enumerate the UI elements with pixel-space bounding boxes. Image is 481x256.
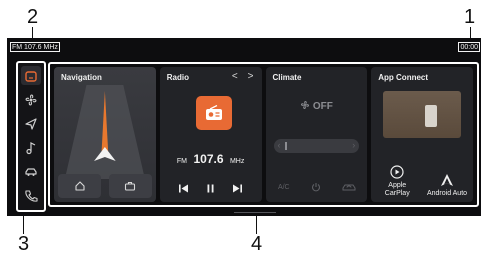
radio-controls	[160, 183, 262, 194]
sidebar-item-navigation[interactable]	[21, 114, 41, 133]
car-icon	[25, 167, 37, 176]
status-clock: 00:00	[458, 42, 480, 52]
app-connect-card[interactable]: App Connect Apple CarPlay Android Auto	[371, 67, 473, 202]
sidebar-item-home[interactable]	[21, 66, 41, 85]
callout-2: 2	[27, 6, 39, 28]
radio-icon	[205, 105, 222, 120]
carplay-icon	[390, 165, 404, 179]
callout-1: 1	[464, 6, 476, 28]
navigation-arrow-icon	[25, 117, 37, 130]
chevron-right-icon: ›	[352, 140, 356, 150]
status-bar: FM 107.6 MHz 00:00	[7, 38, 481, 54]
pause-icon[interactable]	[205, 183, 216, 194]
app-connect-title: App Connect	[378, 73, 429, 82]
radio-band: FM	[176, 158, 188, 165]
apple-carplay-label: Apple CarPlay	[384, 182, 410, 197]
android-auto-label: Android Auto	[426, 190, 468, 197]
ac-button[interactable]: A/C	[271, 175, 297, 199]
infotainment-screen: FM 107.6 MHz 00:00 Navigation Radio < > …	[7, 38, 481, 216]
navigation-title: Navigation	[61, 73, 102, 82]
sidebar	[16, 61, 46, 212]
android-auto-button[interactable]: Android Auto	[425, 173, 469, 198]
radio-station-arrows: < >	[232, 71, 254, 82]
home-icon	[25, 70, 37, 82]
radio-frequency: FM 107.6 MHz	[160, 150, 262, 168]
radio-card[interactable]: Radio < > FM 107.6 MHz	[159, 67, 262, 202]
widget-area: Navigation Radio < > FM 107.6 MHz Climat…	[48, 62, 479, 207]
fan-speed-slider[interactable]: ‹ ›	[273, 139, 360, 153]
phone-connect-illustration	[383, 91, 461, 138]
status-radio-info: FM 107.6 MHz	[10, 42, 60, 52]
car-recirculation-icon	[342, 184, 356, 191]
music-note-icon	[26, 141, 36, 154]
climate-buttons: A/C	[266, 175, 368, 199]
callout-4: 4	[251, 233, 263, 255]
apple-carplay-button[interactable]: Apple CarPlay	[375, 165, 419, 198]
radio-next-arrow[interactable]: >	[248, 71, 254, 82]
power-icon	[312, 183, 321, 192]
sidebar-item-phone[interactable]	[21, 186, 41, 205]
radio-app-icon	[195, 96, 232, 130]
power-button[interactable]	[303, 175, 329, 199]
navigation-card[interactable]: Navigation	[54, 67, 156, 202]
nav-home-button[interactable]	[58, 174, 101, 198]
radio-unit: MHz	[229, 158, 245, 165]
callout-3: 3	[18, 233, 30, 255]
skip-next-icon[interactable]	[232, 183, 243, 194]
fan-icon	[300, 100, 309, 110]
sidebar-item-climate[interactable]	[21, 90, 41, 109]
radio-title: Radio	[166, 73, 189, 82]
phone-illustration	[425, 105, 438, 127]
briefcase-icon	[125, 181, 136, 191]
climate-card[interactable]: Climate OFF ‹ › A/C	[265, 67, 368, 202]
home-icon	[74, 181, 85, 191]
route-map	[64, 85, 145, 179]
recirculation-button[interactable]	[336, 175, 362, 199]
chevron-left-icon: ‹	[277, 140, 281, 150]
climate-state-text: OFF	[312, 101, 333, 112]
climate-title: Climate	[272, 73, 302, 82]
climate-status: OFF	[266, 100, 368, 112]
callout-3-leader	[23, 213, 24, 234]
android-auto-icon	[441, 174, 453, 186]
radio-prev-arrow[interactable]: <	[232, 71, 238, 82]
skip-previous-icon[interactable]	[178, 183, 189, 194]
slider-knob[interactable]	[284, 142, 287, 150]
sidebar-item-media[interactable]	[21, 138, 41, 157]
fan-icon	[25, 94, 37, 105]
phone-icon	[25, 189, 38, 202]
nav-work-button[interactable]	[108, 174, 152, 198]
home-indicator[interactable]	[234, 212, 276, 213]
radio-frequency-value: 107.6	[193, 152, 224, 166]
sidebar-item-vehicle[interactable]	[21, 162, 41, 181]
